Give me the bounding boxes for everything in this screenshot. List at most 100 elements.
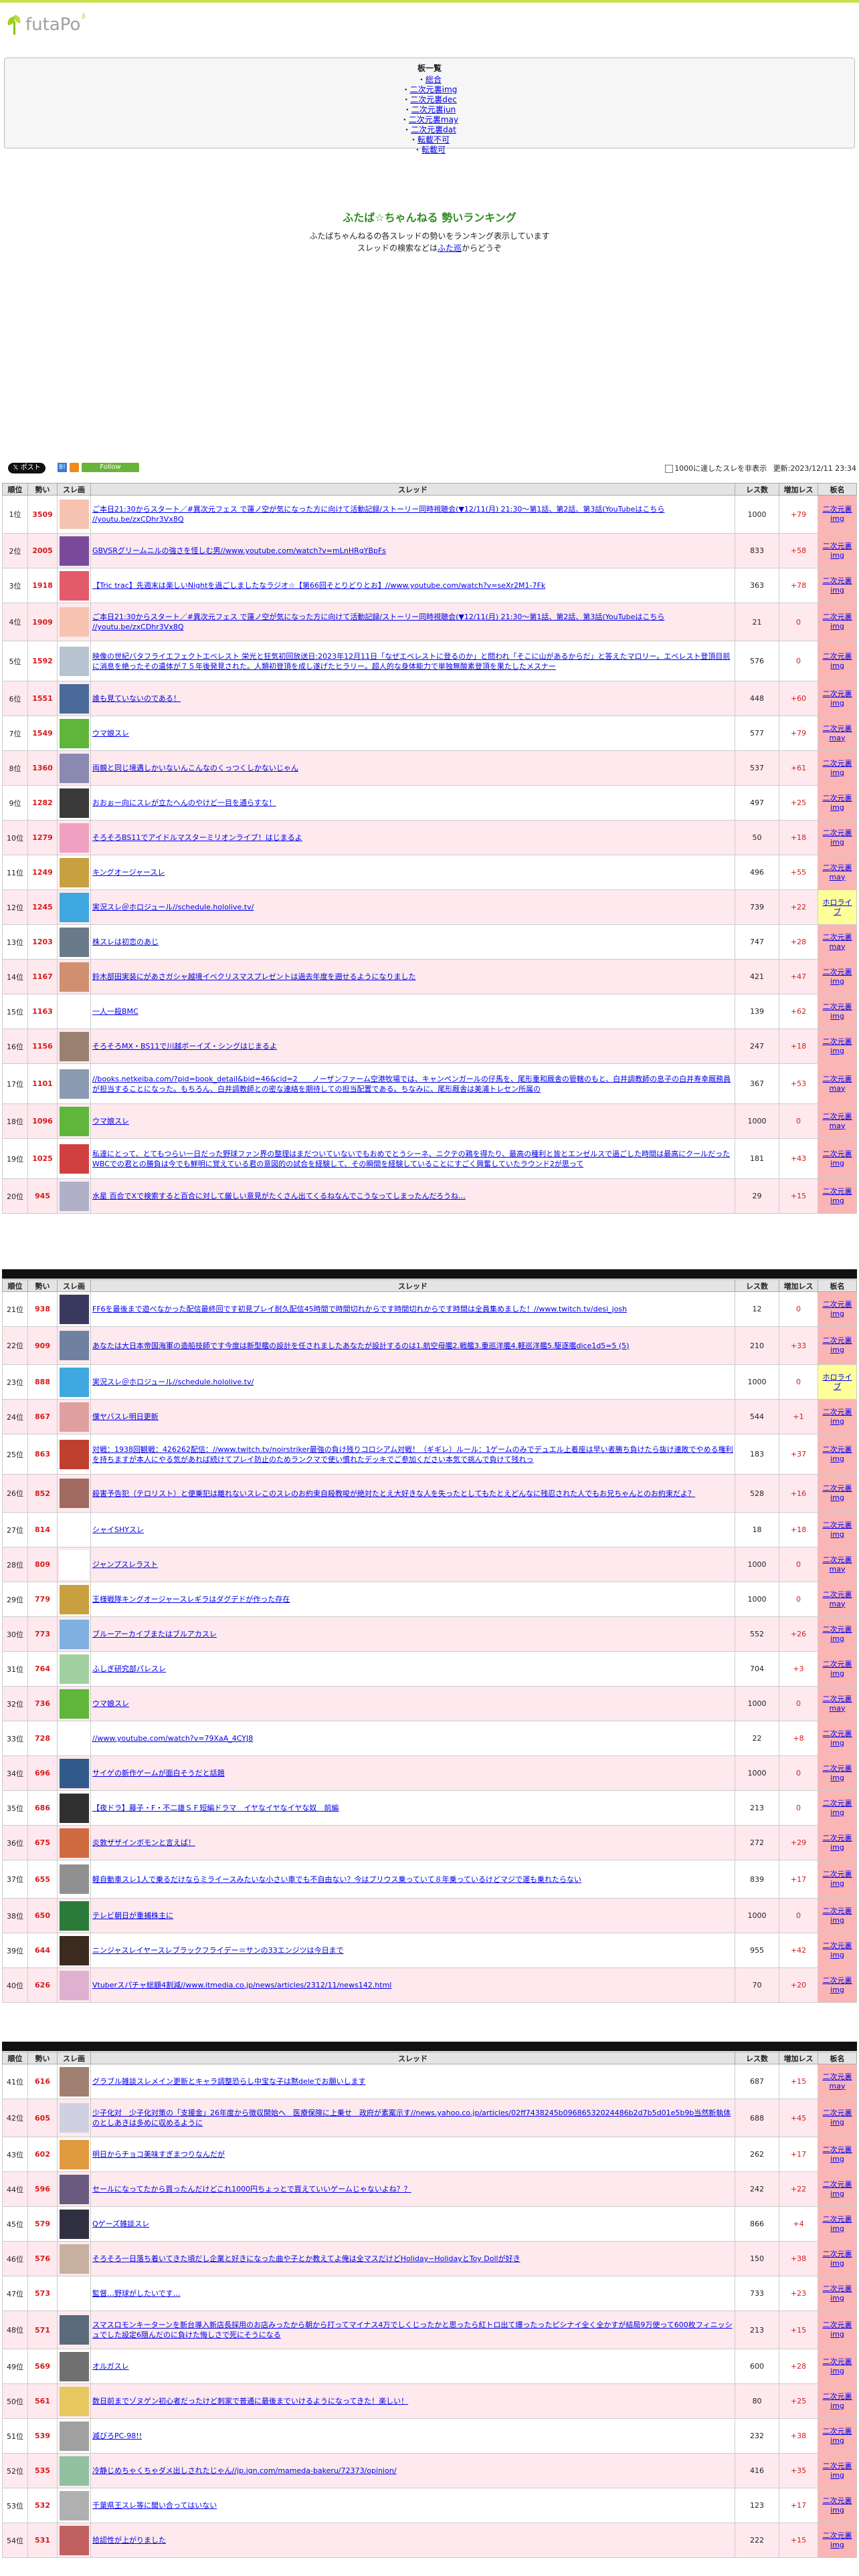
thread-title-link[interactable]: そろそろBS11でアイドルマスターミリオンライブ！はじまるよ [92,833,302,842]
thread-title-link[interactable]: //books.netkeiba.com/?pid=book_detail&bi… [92,1075,731,1093]
thread-title-link[interactable]: 監督…野球がしたいです… [92,2289,181,2298]
thread-thumbnail[interactable] [59,1864,89,1894]
thread-thumbnail[interactable] [59,1689,89,1719]
board-name-link[interactable]: 二次元裏may [823,933,852,951]
board-name-link[interactable]: 二次元裏img [823,1037,852,1055]
hatena-bookmark-icon[interactable]: B! [58,463,67,472]
thread-thumbnail-cell[interactable] [57,1898,91,1933]
thread-thumbnail-cell[interactable] [57,533,91,568]
thread-title-link[interactable]: //www.youtube.com/watch?v=79XaA_4CYJ8 [92,1734,253,1743]
board-name-link[interactable]: 二次元裏may [823,1075,852,1093]
board-name-link[interactable]: 二次元裏img [823,829,852,847]
board-link-dec[interactable]: 二次元裏dec [410,95,457,104]
board-name-link[interactable]: 二次元裏img [823,652,852,670]
board-name-link[interactable]: 二次元裏img [823,1521,852,1539]
thread-title-link[interactable]: 拾認性が上がりました [92,2536,166,2545]
thread-title-link[interactable]: そろそろMX・BS11で川越ボーイズ・シングはじまるよ [92,1042,277,1051]
thread-thumbnail-cell[interactable] [57,1582,91,1617]
board-name-link[interactable]: 二次元裏img [823,613,852,631]
thread-title-link[interactable]: オルガスレ [92,2362,129,2371]
thread-thumbnail-cell[interactable] [57,495,91,534]
thread-thumbnail[interactable] [59,1031,89,1061]
board-name-link[interactable]: 二次元裏img [823,2109,852,2127]
board-name-link[interactable]: ホロライブ [823,898,852,916]
thread-title-link[interactable]: ジャンプスレラスト [92,1560,158,1569]
thread-thumbnail[interactable] [59,1935,89,1965]
board-name-link[interactable]: 二次元裏img [823,1976,852,1994]
thread-thumbnail[interactable] [59,1654,89,1684]
thread-thumbnail[interactable] [59,1549,89,1580]
thread-thumbnail[interactable] [59,823,89,853]
thread-thumbnail[interactable] [59,570,89,601]
thread-title-link[interactable]: テレビ朝日が重捕株主に [92,1911,173,1920]
board-name-link[interactable]: 二次元裏img [823,1002,852,1021]
thread-thumbnail[interactable] [59,2278,89,2309]
board-name-link[interactable]: 二次元裏img [823,1336,852,1354]
thread-thumbnail-cell[interactable] [57,1547,91,1582]
thread-thumbnail-cell[interactable] [57,1651,91,1687]
board-name-link[interactable]: 二次元裏may [823,724,852,742]
thread-thumbnail[interactable] [59,1367,89,1397]
thread-thumbnail[interactable] [59,2103,89,2133]
board-name-link[interactable]: 二次元裏may [823,1695,852,1713]
board-name-link[interactable]: 二次元裏img [823,505,852,523]
thread-title-link[interactable]: 冷静じめちゃくちゃダメ出しされたじゃん//jp.ign.com/mameda-b… [92,2466,397,2475]
thread-title-link[interactable]: 軽自動車スレ1人で乗るだけならミライースみたいな小さい車でも不自由ない？今はプリ… [92,1875,581,1884]
thread-thumbnail-cell[interactable] [57,2171,91,2207]
thread-title-link[interactable]: 両親と同じ境遇しかいないんこんなのくっつくしかないじゃん [92,764,298,772]
thread-thumbnail[interactable] [59,753,89,783]
thread-thumbnail[interactable] [59,1294,89,1324]
thread-thumbnail-cell[interactable] [57,855,91,890]
thread-thumbnail[interactable] [59,2490,89,2520]
thread-thumbnail-cell[interactable] [57,1178,91,1214]
thread-thumbnail[interactable] [59,2351,89,2381]
thread-title-link[interactable]: あなたは大日本帝国海軍の造船技師です今度は新型艦の設計を任されましたあなたが設計… [92,1341,630,1350]
thread-thumbnail[interactable] [59,2421,89,2451]
thread-title-link[interactable]: 鈴木部田実装にがあさガシャ越境イベクリスマスプレゼントは過去年度を遡せるようにな… [92,972,415,981]
thread-thumbnail[interactable] [59,1584,89,1614]
board-name-link[interactable]: 二次元裏img [823,2496,852,2514]
thread-thumbnail-cell[interactable] [57,2349,91,2384]
thread-title-link[interactable]: 僕ヤバスレ明日更新 [92,1412,159,1421]
board-name-link[interactable]: 二次元裏img [823,2357,852,2375]
thread-thumbnail[interactable] [59,2066,89,2097]
board-link-img[interactable]: 二次元裏img [410,85,458,94]
thread-thumbnail-cell[interactable] [57,1063,91,1104]
thread-thumbnail[interactable] [59,1439,89,1469]
thread-title-link[interactable]: グラブル雑談スレメイン更新とキャラ調整恐らし中宝な子は黙deleでお願いします [92,2077,366,2086]
thread-title-link[interactable]: シャイSHYスレ [92,1525,144,1534]
thread-thumbnail[interactable] [59,927,89,957]
thread-thumbnail[interactable] [59,1331,89,1360]
thread-thumbnail-cell[interactable] [57,1755,91,1791]
board-name-link[interactable]: 二次元裏img [823,1484,852,1502]
board-name-link[interactable]: 二次元裏img [823,689,852,708]
thread-title-link[interactable]: ニンジャスレイヤースレブラックフライデー＝サンの33エンジツは今日まで [92,1946,344,1955]
thread-title-link[interactable]: 千葉県王スレ等に聞い合ってはいない [92,2501,217,2510]
thread-thumbnail-cell[interactable] [57,568,91,603]
thread-title-link[interactable]: ブルーアーカイブまたはブルアカスレ [92,1630,217,1638]
thread-thumbnail-cell[interactable] [57,820,91,855]
thread-thumbnail-cell[interactable] [57,750,91,786]
thread-title-link[interactable]: Vtuberスパチャ総額4割減//www.itmedia.co.jp/news/… [92,1981,391,1990]
board-name-link[interactable]: 二次元裏img [823,2284,852,2302]
board-name-link[interactable]: 二次元裏img [823,1445,852,1463]
thread-thumbnail-cell[interactable] [57,1721,91,1756]
thread-thumbnail[interactable] [59,1793,89,1823]
thread-thumbnail-cell[interactable] [57,2206,91,2242]
board-name-link[interactable]: 二次元裏img [823,1799,852,1817]
board-name-link[interactable]: 二次元裏img [823,759,852,777]
thread-title-link[interactable]: セールになってたから買ったんだけどこれ1000円ちょっとで買えていいゲームじゃな… [92,2185,411,2193]
thread-thumbnail-cell[interactable] [57,889,91,925]
board-name-link[interactable]: 二次元裏img [823,1150,852,1168]
thread-title-link[interactable]: サイゲの新作ゲームが面白そうだと話題 [92,1769,225,1778]
thread-title-link[interactable]: ご本日21:30からスタート／#異次元フェス で蓮ノ空が気になった方に向けて活動… [92,613,664,631]
board-name-link[interactable]: 二次元裏img [823,542,852,560]
thread-title-link[interactable]: 少子化対 少子化対策の「支援金」26年度から徴収開始へ 医療保険に上乗せ 政府が… [92,2109,731,2127]
thread-thumbnail[interactable] [59,718,89,748]
thread-thumbnail-cell[interactable] [57,1790,91,1826]
board-name-link[interactable]: 二次元裏img [823,2180,852,2198]
thread-thumbnail-cell[interactable] [57,1616,91,1652]
board-name-link[interactable]: 二次元裏img [823,2531,852,2549]
thread-thumbnail-cell[interactable] [57,2453,91,2488]
thread-thumbnail-cell[interactable] [57,959,91,994]
